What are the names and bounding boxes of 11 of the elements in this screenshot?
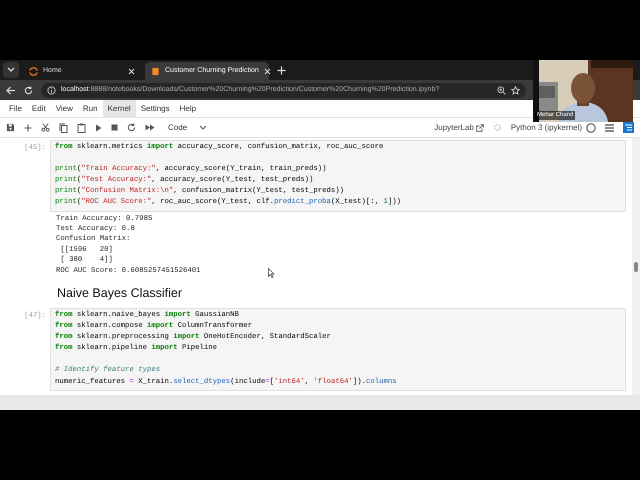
menu-item[interactable]: Kernel <box>102 100 136 118</box>
menu-item[interactable]: Help <box>174 100 202 118</box>
menu-item[interactable]: View <box>50 100 78 118</box>
jupyterlab-link[interactable]: JupyterLab <box>434 122 474 134</box>
cell-type-dropdown[interactable]: Code <box>164 122 212 134</box>
menu-item[interactable]: File <box>4 100 27 118</box>
menu-item[interactable]: Settings <box>136 100 175 118</box>
kernel-name[interactable]: Python 3 (ipykernel) <box>510 122 582 134</box>
menu-item[interactable]: Run <box>78 100 103 118</box>
menu-item[interactable]: Edit <box>26 100 51 118</box>
section-heading: Naive Bayes Classifier <box>56 285 184 302</box>
